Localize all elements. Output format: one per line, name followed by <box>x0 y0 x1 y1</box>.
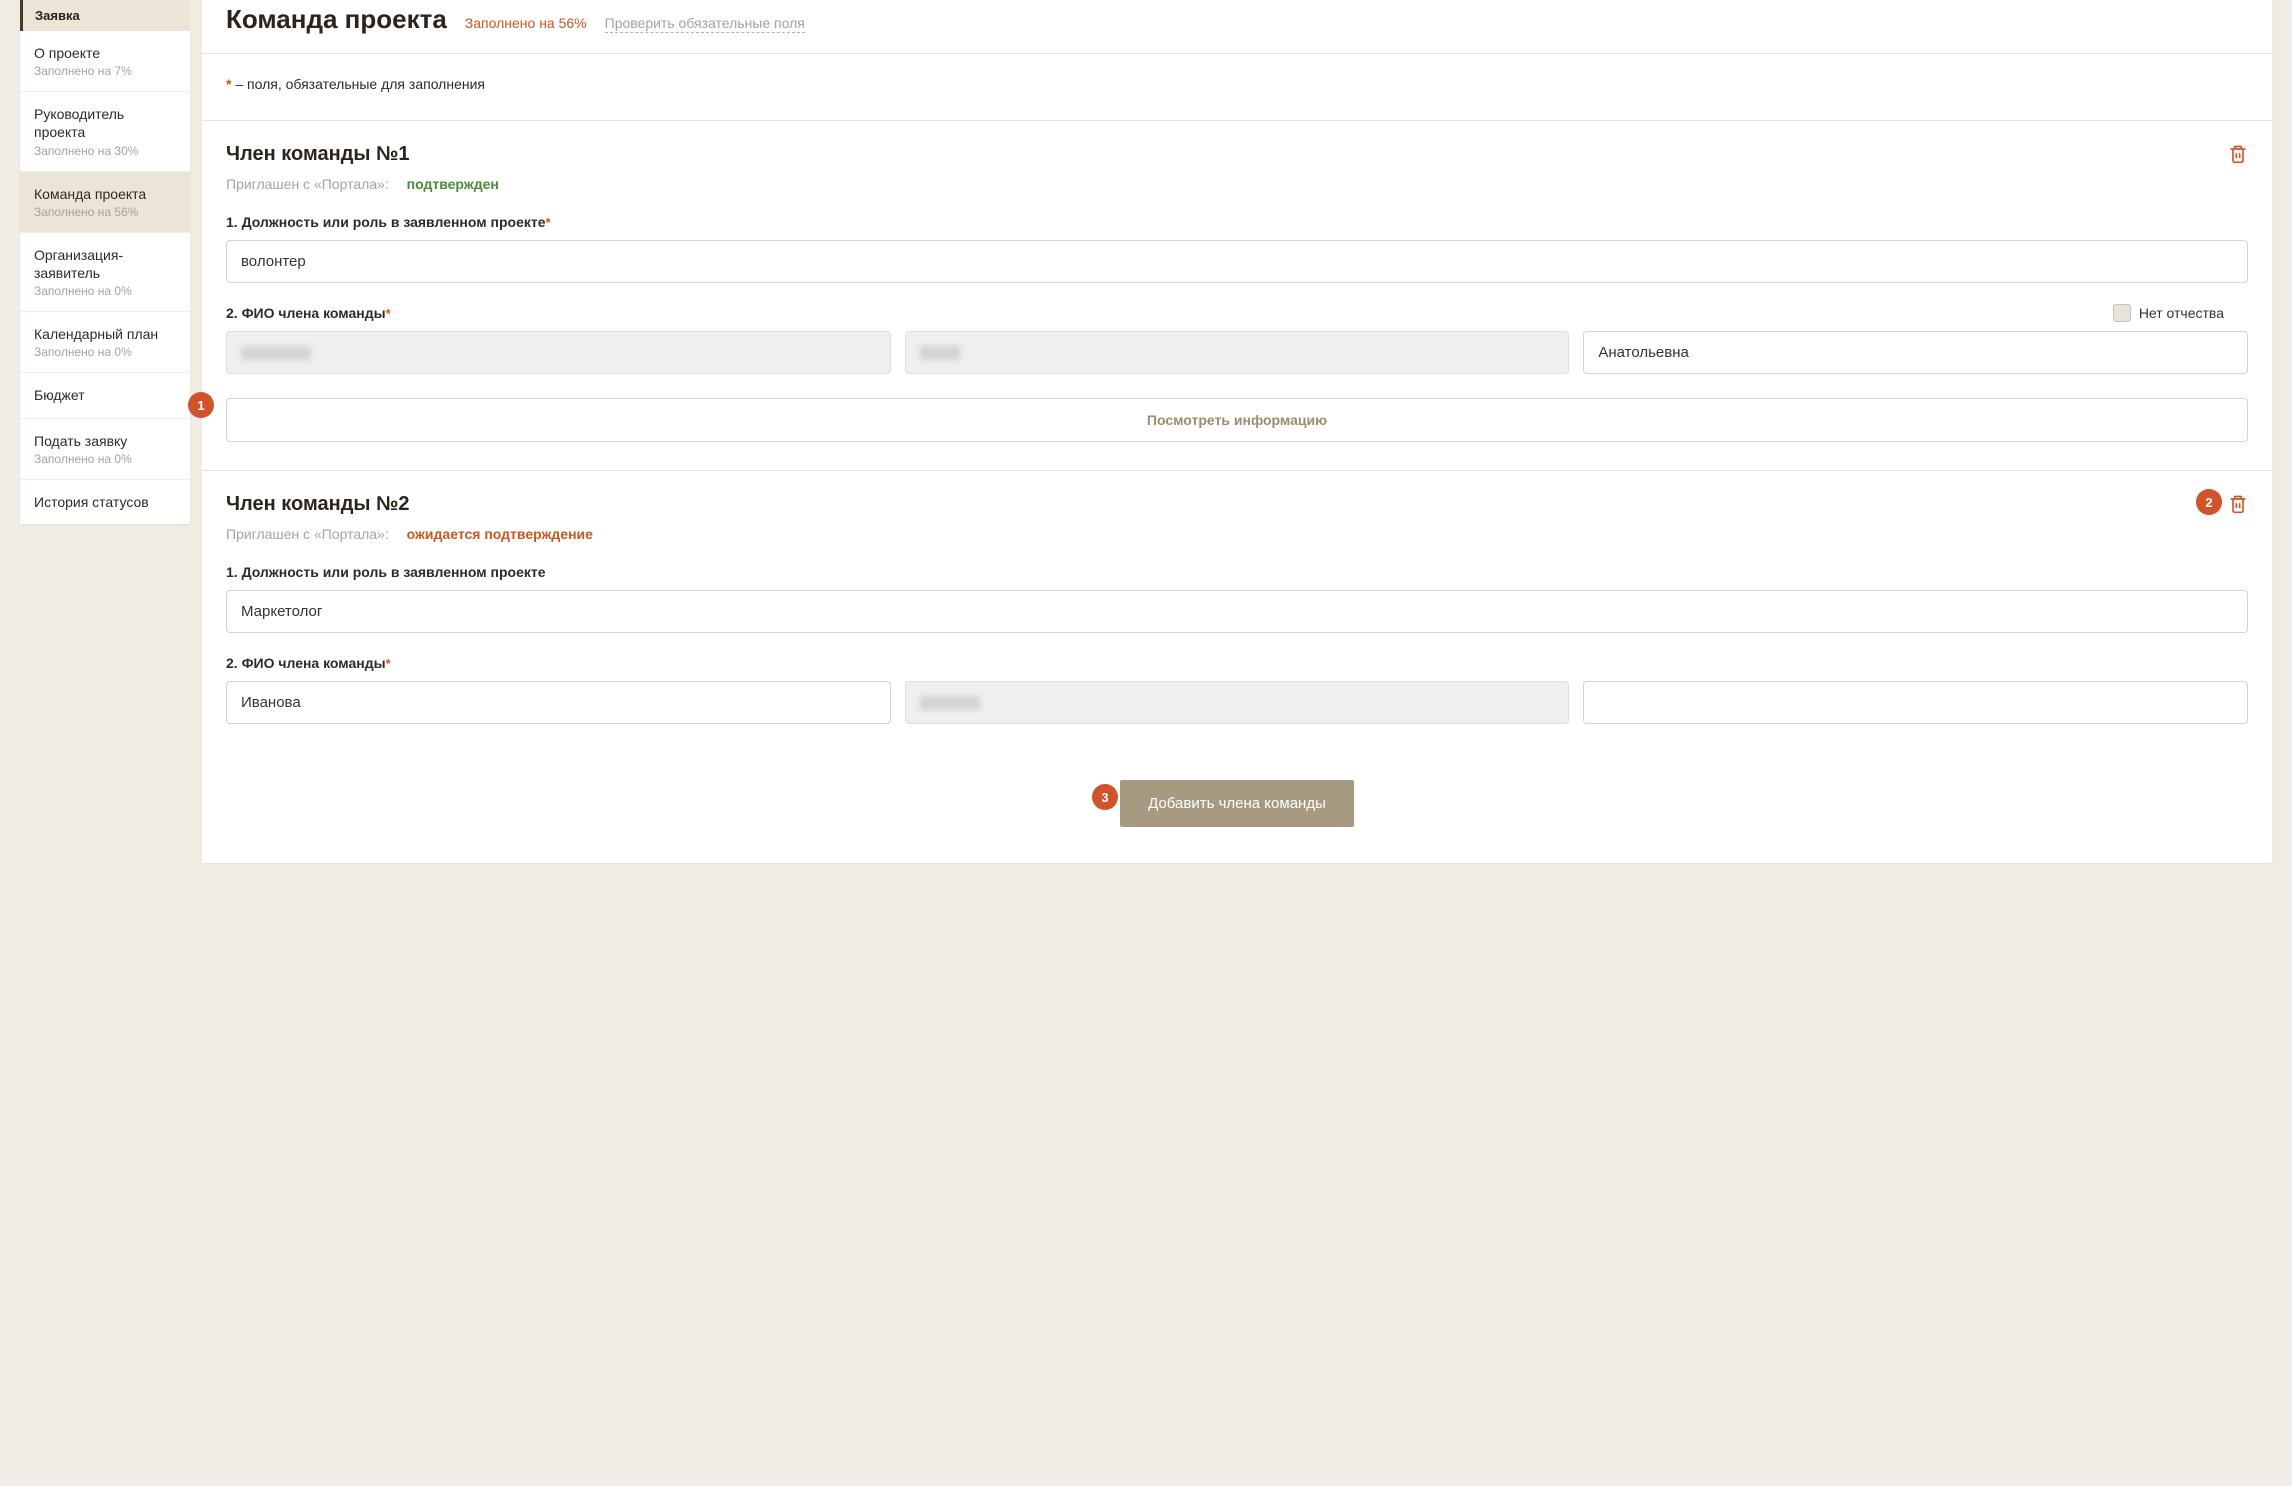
patronymic-input[interactable] <box>1583 331 2248 374</box>
first-name-input <box>905 331 1570 374</box>
invite-status: ожидается подтверждение <box>407 526 593 542</box>
trash-icon <box>2228 494 2248 514</box>
invite-label: Приглашен с «Портала»: <box>226 526 389 542</box>
no-patronymic-row: Нет отчества <box>2113 304 2224 322</box>
view-info-button[interactable]: Посмотреть информацию <box>226 398 2248 442</box>
sidebar-item-label: Организация-заявитель <box>34 246 176 282</box>
team-member-1: Член команды №1 Приглашен с «Портала»: п… <box>202 121 2272 470</box>
sidebar-item-about[interactable]: О проекте Заполнено на 7% <box>20 31 190 92</box>
trash-icon <box>2228 144 2248 164</box>
role-input[interactable] <box>226 590 2248 633</box>
delete-member-button[interactable] <box>2228 494 2248 516</box>
sidebar-item-leader[interactable]: Руководитель проекта Заполнено на 30% <box>20 92 190 171</box>
sidebar-item-sub: Заполнено на 56% <box>34 205 176 219</box>
annotation-badge-3: 3 <box>1092 784 1118 810</box>
team-member-2: 2 Член команды №2 Приглашен с «Портала»:… <box>202 471 2272 752</box>
sidebar-item-label: Команда проекта <box>34 185 176 203</box>
fill-status: Заполнено на 56% <box>465 15 587 31</box>
annotation-badge-2: 2 <box>2196 489 2222 515</box>
sidebar-item-label: О проекте <box>34 44 176 62</box>
sidebar-item-team[interactable]: Команда проекта Заполнено на 56% <box>20 172 190 233</box>
sidebar-item-label: История статусов <box>34 493 176 511</box>
asterisk-icon: * <box>226 76 231 92</box>
annotation-badge-1: 1 <box>188 392 214 418</box>
member-title: Член команды №1 <box>226 143 409 166</box>
main-content: 1 Команда проекта Заполнено на 56% Прове… <box>202 0 2272 863</box>
sidebar-item-history[interactable]: История статусов <box>20 480 190 524</box>
sidebar-item-label: Календарный план <box>34 325 176 343</box>
delete-member-button[interactable] <box>2228 144 2248 166</box>
sidebar-item-label: Подать заявку <box>34 432 176 450</box>
role-field-label: 1. Должность или роль в заявленном проек… <box>226 214 2248 230</box>
invite-status: подтвержден <box>407 176 499 192</box>
sidebar-items: О проекте Заполнено на 7% Руководитель п… <box>20 31 190 524</box>
first-name-input <box>905 681 1570 724</box>
role-input[interactable] <box>226 240 2248 283</box>
sidebar-item-sub: Заполнено на 0% <box>34 452 176 466</box>
asterisk-icon: * <box>386 656 391 671</box>
asterisk-icon: * <box>386 306 391 321</box>
required-note-section: * – поля, обязательные для заполнения <box>202 54 2272 120</box>
sidebar: Заявка О проекте Заполнено на 7% Руковод… <box>20 0 190 863</box>
sidebar-item-sub: Заполнено на 0% <box>34 345 176 359</box>
fio-field-label: 2. ФИО члена команды* <box>226 305 391 321</box>
no-patronymic-label: Нет отчества <box>2139 305 2224 321</box>
required-note-text: – поля, обязательные для заполнения <box>235 76 485 92</box>
main-header: Команда проекта Заполнено на 56% Провери… <box>202 0 2272 53</box>
check-required-link[interactable]: Проверить обязательные поля <box>605 15 805 33</box>
member-title: Член команды №2 <box>226 493 409 516</box>
sidebar-item-label: Бюджет <box>34 386 176 404</box>
asterisk-icon: * <box>546 215 551 230</box>
sidebar-item-org[interactable]: Организация-заявитель Заполнено на 0% <box>20 233 190 312</box>
sidebar-item-label: Руководитель проекта <box>34 105 176 141</box>
role-field-label: 1. Должность или роль в заявленном проек… <box>226 564 2248 580</box>
no-patronymic-checkbox[interactable] <box>2113 304 2131 322</box>
page-title: Команда проекта <box>226 4 447 35</box>
sidebar-item-submit[interactable]: Подать заявку Заполнено на 0% <box>20 419 190 480</box>
sidebar-item-sub: Заполнено на 7% <box>34 64 176 78</box>
sidebar-item-sub: Заполнено на 30% <box>34 144 176 158</box>
sidebar-item-budget[interactable]: Бюджет <box>20 373 190 418</box>
sidebar-header: Заявка <box>20 0 190 31</box>
patronymic-input[interactable] <box>1583 681 2248 724</box>
invite-label: Приглашен с «Портала»: <box>226 176 389 192</box>
fio-field-label: 2. ФИО члена команды* <box>226 655 2248 671</box>
sidebar-item-sub: Заполнено на 0% <box>34 284 176 298</box>
add-member-row: 3 Добавить члена команды <box>202 752 2272 863</box>
add-member-button[interactable]: Добавить члена команды <box>1120 780 1354 827</box>
last-name-input[interactable] <box>226 681 891 724</box>
last-name-input <box>226 331 891 374</box>
sidebar-item-calendar[interactable]: Календарный план Заполнено на 0% <box>20 312 190 373</box>
